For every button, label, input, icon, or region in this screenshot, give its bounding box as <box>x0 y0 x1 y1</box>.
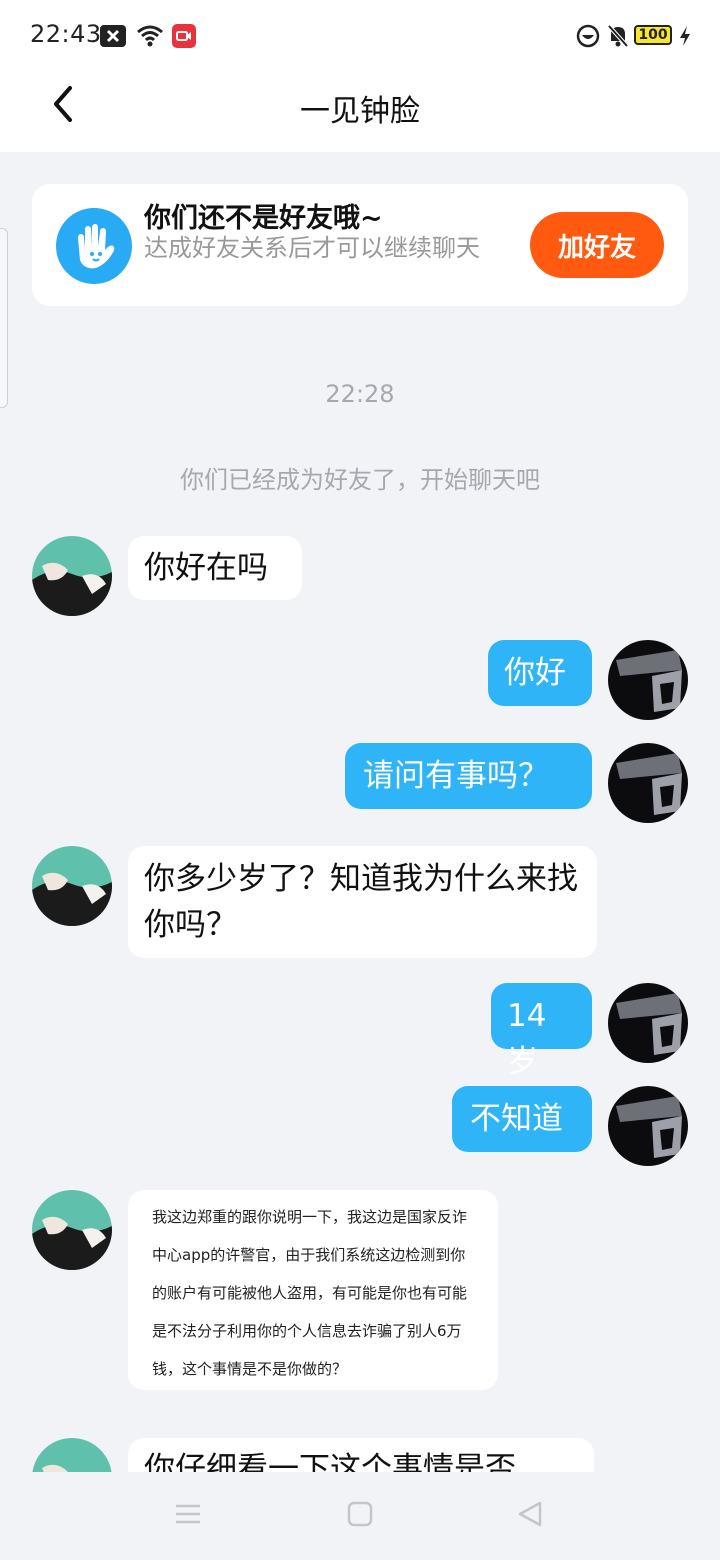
message-text: 你仔细看一下这个事情是否 <box>144 1451 516 1472</box>
system-message: 你们已经成为好友了，开始聊天吧 <box>180 466 540 494</box>
message-bubble[interactable]: 你好在吗 <box>128 536 302 600</box>
mute-icon <box>607 24 629 48</box>
system-nav-bar <box>0 1472 720 1560</box>
menu-icon[interactable] <box>174 1500 202 1528</box>
notification-x-icon <box>100 25 126 47</box>
message-text: 你好在吗 <box>144 550 268 586</box>
my-avatar[interactable] <box>608 640 688 720</box>
message-bubble[interactable]: 你仔细看一下这个事情是否 <box>128 1438 594 1472</box>
my-avatar[interactable] <box>608 1086 688 1166</box>
status-time: 22:43 <box>30 20 102 48</box>
focus-icon <box>576 24 600 48</box>
my-avatar[interactable] <box>608 743 688 823</box>
message-bubble[interactable]: 请问有事吗？ <box>345 743 592 809</box>
message-text: 你多少岁了？知道我为什么来找你吗？ <box>144 861 578 943</box>
message-text: 请问有事吗？ <box>363 758 549 794</box>
my-avatar[interactable] <box>608 983 688 1063</box>
page-title: 一见钟脸 <box>300 94 420 129</box>
back-nav-icon[interactable] <box>516 1500 544 1528</box>
message-bubble[interactable]: 14岁 <box>491 983 592 1080</box>
screen-record-icon <box>172 24 196 48</box>
contact-avatar[interactable] <box>32 1190 112 1270</box>
contact-avatar[interactable] <box>32 536 112 616</box>
status-bar: 22:43 100 <box>0 0 720 72</box>
chat-timestamp: 22:28 <box>325 380 395 408</box>
message-bubble[interactable]: 你多少岁了？知道我为什么来找你吗？ <box>128 846 597 958</box>
home-icon[interactable] <box>347 1500 373 1528</box>
wave-hand-icon <box>56 208 132 284</box>
message-bubble[interactable]: 我这边郑重的跟你说明一下，我这边是国家反诈中心app的许警官，由于我们系统这边检… <box>128 1190 498 1390</box>
message-text: 我这边郑重的跟你说明一下，我这边是国家反诈中心app的许警官，由于我们系统这边检… <box>152 1208 468 1378</box>
message-text: 你好 <box>504 655 566 691</box>
message-bubble[interactable]: 你好 <box>488 640 592 706</box>
contact-avatar[interactable] <box>32 846 112 926</box>
banner-subtitle: 达成好友关系后才可以继续聊天 <box>144 234 480 262</box>
add-friend-button[interactable]: 加好友 <box>530 212 664 278</box>
message-text: 14岁 <box>507 998 547 1080</box>
not-friends-banner: 你们还不是好友哦~ 达成好友关系后才可以继续聊天 加好友 <box>32 184 688 306</box>
top-bar: 22:43 100 一见钟脸 <box>0 0 720 152</box>
charging-icon <box>680 26 690 46</box>
message-text: 不知道 <box>470 1101 563 1137</box>
battery-icon: 100 <box>634 25 672 45</box>
wifi-icon <box>137 25 163 47</box>
message-bubble[interactable]: 不知道 <box>452 1086 592 1152</box>
